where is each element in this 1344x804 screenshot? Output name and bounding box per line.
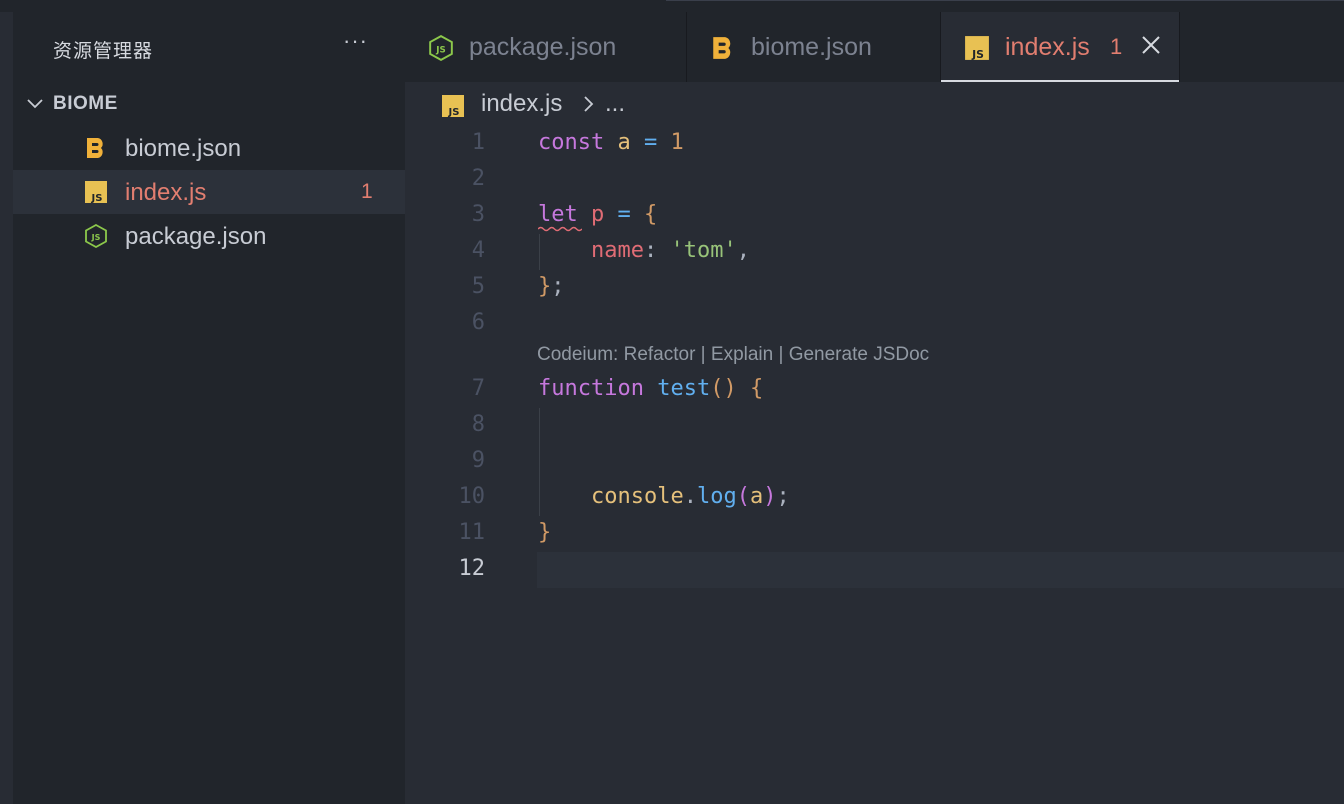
line-number: 2 (471, 166, 485, 191)
code-line-3: let p = { (538, 202, 657, 227)
line-number: 11 (458, 520, 486, 545)
identifier: console (590, 484, 684, 509)
identifier: p (591, 202, 605, 227)
chevron-down-icon (27, 99, 43, 109)
tab-index-js[interactable]: JS index.js 1 (941, 12, 1179, 82)
problem-count-badge: 1 (361, 180, 373, 203)
semicolon: ; (551, 274, 565, 299)
breadcrumb-file[interactable]: index.js (481, 90, 562, 118)
line-number: 9 (471, 448, 485, 473)
svg-text:JS: JS (448, 107, 460, 118)
svg-text:JS: JS (435, 45, 445, 55)
brace: } (538, 274, 552, 299)
file-name: biome.json (125, 135, 242, 162)
js-icon: JS (965, 36, 989, 61)
string-literal: 'tom' (670, 238, 737, 263)
line-number: 1 (471, 130, 485, 155)
tab-package-json[interactable]: JS package.json (405, 12, 686, 82)
code-line-5: }; (538, 274, 565, 299)
tab-label: index.js (1005, 33, 1090, 61)
property: name (590, 238, 644, 263)
svg-text:JS: JS (91, 233, 101, 242)
keyword: const (538, 130, 605, 155)
keyword: function (538, 376, 644, 401)
js-icon: JS (85, 181, 107, 204)
line-number-active: 12 (458, 556, 486, 581)
file-name: index.js (125, 179, 207, 206)
operator: = (617, 202, 631, 227)
svg-text:JS: JS (91, 193, 103, 204)
function-name: test (657, 376, 711, 401)
brace: { (749, 376, 764, 401)
code-line-10: console.log(a); (538, 484, 790, 509)
line-number: 6 (471, 310, 485, 335)
js-icon: JS (442, 95, 464, 118)
paren-open: ( (736, 484, 750, 509)
more-actions-button[interactable]: ··· (343, 28, 368, 54)
svg-text:JS: JS (971, 48, 984, 61)
parens: () (710, 376, 737, 401)
line-number: 8 (471, 412, 485, 437)
nodejs-icon: JS (85, 224, 107, 248)
code-line-7: function test() { (538, 376, 763, 401)
biome-icon (713, 37, 731, 59)
line-number: 7 (471, 376, 485, 401)
explorer-sidebar: 资源管理器 ··· BIOME biome.json JS index.js 1… (13, 12, 405, 804)
code-line-4: name: 'tom', (538, 238, 750, 263)
keyword: let (538, 202, 578, 227)
problem-count-badge: 1 (1110, 34, 1123, 59)
identifier: a (617, 130, 631, 155)
code-line-11: } (538, 520, 551, 545)
code-line-1: const a = 1 (538, 130, 684, 155)
line-number: 4 (471, 238, 485, 263)
brace: } (538, 520, 552, 545)
file-item-package-json[interactable]: JS package.json (13, 214, 405, 258)
colon: : (643, 238, 658, 263)
line-number: 3 (471, 202, 485, 227)
brace: { (644, 202, 658, 227)
current-line-highlight (537, 552, 1344, 588)
semicolon: ; (776, 484, 790, 509)
chevron-right-icon (584, 96, 594, 112)
file-item-index-js[interactable]: JS index.js 1 (13, 170, 405, 214)
line-number: 5 (471, 274, 485, 299)
method-name: log (696, 484, 737, 509)
biome-icon (87, 138, 103, 158)
nodejs-icon: JS (429, 35, 453, 61)
explorer-header: 资源管理器 ··· (13, 12, 405, 82)
folder-biome[interactable]: BIOME (13, 90, 405, 120)
editor-tabs: JS package.json biome.json JS index.js 1 (405, 12, 1344, 82)
explorer-title: 资源管理器 (53, 41, 154, 62)
folder-label: BIOME (53, 93, 118, 114)
codeium-codelens[interactable]: Codeium: Refactor | Explain | Generate J… (537, 344, 929, 366)
tab-label: package.json (469, 33, 617, 61)
paren-close: ) (763, 484, 777, 509)
tab-divider (1179, 12, 1180, 82)
comma: , (736, 238, 750, 263)
tab-biome-json[interactable]: biome.json (687, 12, 940, 82)
dot: . (683, 484, 697, 509)
code-editor[interactable]: 1 2 3 4 5 6 7 8 9 10 11 12 const a = 1 l… (405, 126, 1344, 804)
identifier: a (749, 484, 764, 509)
title-bar-strip (0, 0, 1344, 12)
breadcrumb-symbols[interactable]: ... (605, 90, 625, 118)
tab-label: biome.json (751, 33, 872, 61)
line-number: 10 (458, 484, 486, 509)
title-bar-divider (666, 0, 1344, 1)
number-literal: 1 (670, 130, 684, 155)
file-name: package.json (125, 223, 267, 250)
file-item-biome-json[interactable]: biome.json (13, 126, 405, 170)
operator: = (643, 130, 658, 155)
close-icon[interactable] (1140, 34, 1162, 56)
error-squiggle (538, 226, 582, 232)
